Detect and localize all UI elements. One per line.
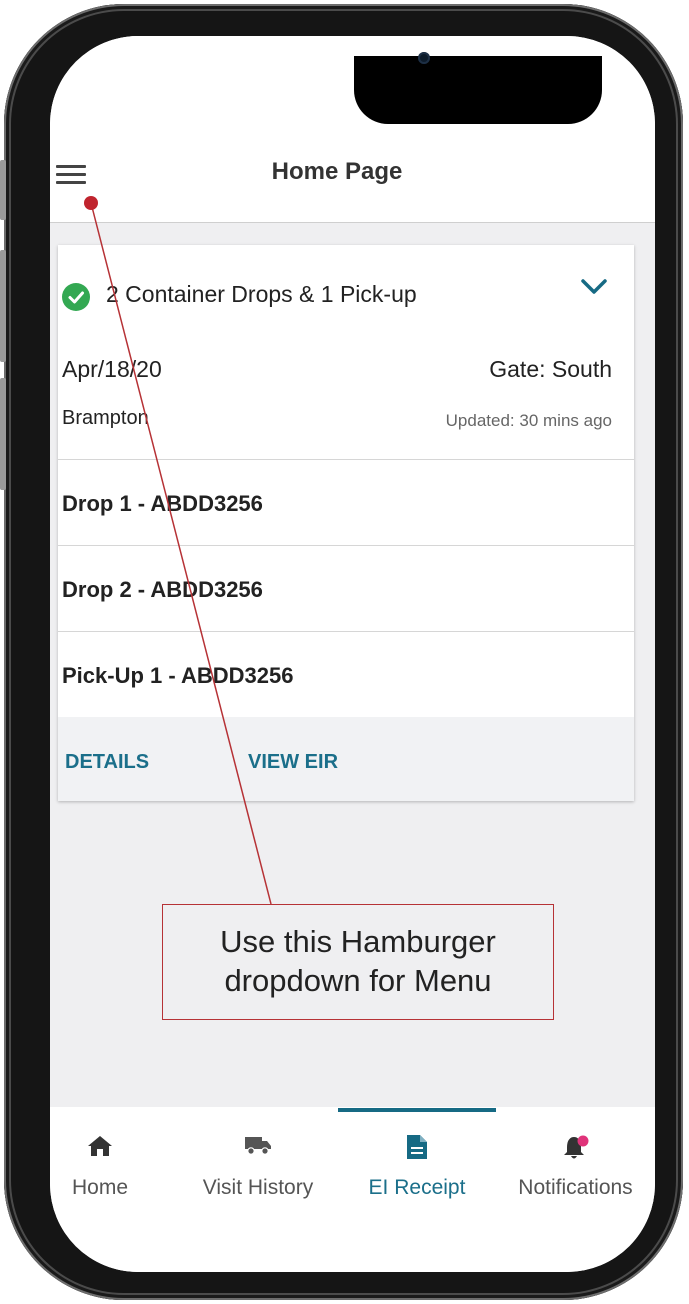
callout-line: dropdown for Menu xyxy=(224,963,492,998)
annotation-callout: Use this Hamburger dropdown for Menu xyxy=(162,904,554,1020)
annotation-marker xyxy=(84,196,98,210)
callout-line: Use this Hamburger xyxy=(220,924,496,959)
annotation-pointer-line xyxy=(90,202,272,905)
